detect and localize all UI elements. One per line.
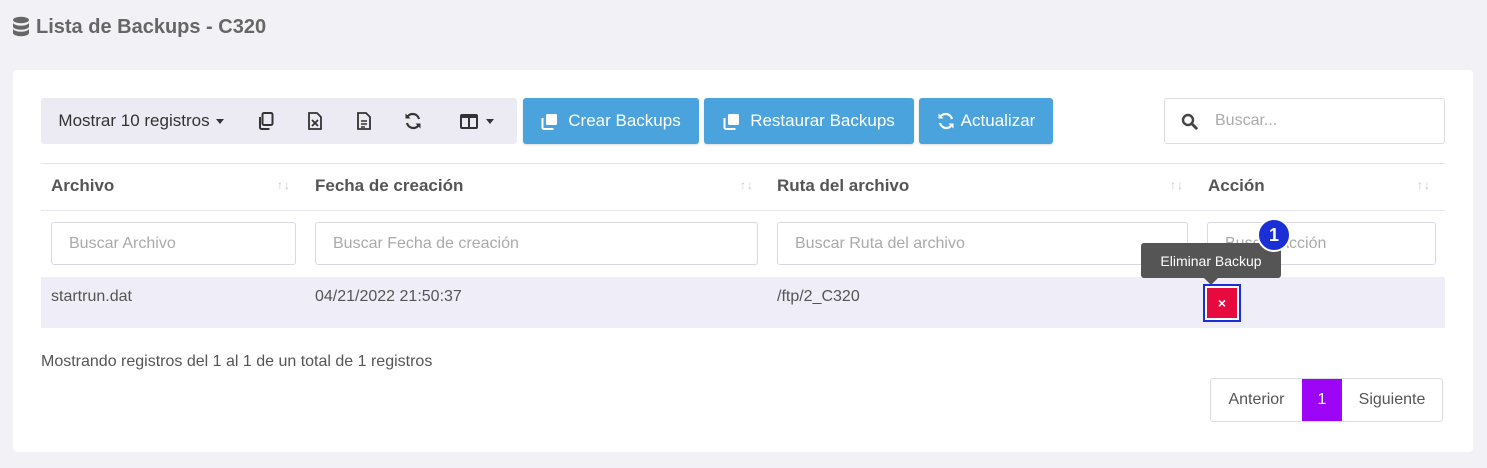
copy-icon: [723, 113, 740, 130]
annotation-number: 1: [1268, 224, 1279, 245]
refresh-button[interactable]: Actualizar: [919, 98, 1053, 144]
backup-list-card: Mostrar 10 registros Crear Backups Resta…: [13, 70, 1473, 452]
filter-fecha-input[interactable]: [315, 222, 758, 265]
page-length-label: Mostrar 10 registros: [58, 111, 210, 130]
delete-tooltip: Eliminar Backup: [1141, 243, 1281, 278]
refresh-icon: [938, 112, 954, 130]
page-header: Lista de Backups - C320: [12, 12, 266, 42]
restore-backups-label: Restaurar Backups: [750, 111, 895, 130]
reload-table-button[interactable]: [388, 98, 437, 144]
global-search: [1164, 98, 1445, 144]
cell-ruta: /ftp/2_C320: [777, 288, 860, 305]
column-header-label: Ruta del archivo: [777, 176, 910, 195]
cell-fecha: 04/21/2022 21:50:37: [315, 288, 462, 305]
pagination-previous[interactable]: Anterior: [1211, 379, 1302, 421]
excel-export-button[interactable]: [290, 98, 339, 144]
copy-icon: [541, 113, 558, 130]
column-header-fecha[interactable]: Fecha de creación: [315, 163, 463, 209]
sort-icon: ↑↓: [1417, 178, 1431, 192]
sort-icon: ↑↓: [1170, 178, 1184, 192]
copy-icon: [258, 112, 273, 130]
refresh-label: Actualizar: [960, 111, 1036, 130]
pagination-next[interactable]: Siguiente: [1342, 379, 1442, 421]
csv-export-button[interactable]: [339, 98, 388, 144]
create-backups-label: Crear Backups: [568, 111, 681, 130]
column-header-archivo[interactable]: Archivo: [51, 163, 114, 209]
delete-backup-button[interactable]: ×: [1203, 284, 1241, 322]
column-header-label: Archivo: [51, 176, 115, 195]
column-header-label: Fecha de creación: [315, 176, 464, 195]
search-input[interactable]: [1213, 111, 1427, 131]
table-toolbar: Mostrar 10 registros: [41, 98, 517, 144]
page-title: Lista de Backups - C320: [36, 15, 267, 38]
header-bottom-border: [41, 210, 1445, 211]
sync-icon: [405, 112, 420, 130]
tooltip-text: Eliminar Backup: [1160, 252, 1262, 269]
caret-down-icon: [215, 118, 224, 124]
column-header-accion[interactable]: Acción: [1208, 163, 1265, 209]
table-info: Mostrando registros del 1 al 1 de un tot…: [41, 353, 433, 370]
page-length-dropdown[interactable]: Mostrar 10 registros: [41, 98, 241, 144]
filter-archivo-input[interactable]: [51, 222, 296, 265]
filter-ruta-input[interactable]: [777, 222, 1188, 265]
pagination-page-1[interactable]: 1: [1302, 379, 1342, 421]
copy-export-button[interactable]: [241, 98, 290, 144]
file-excel-icon: [307, 112, 322, 130]
file-text-icon: [356, 112, 371, 130]
delete-label: ×: [1217, 295, 1227, 311]
search-icon: [1165, 113, 1213, 130]
annotation-badge: 1: [1257, 218, 1291, 252]
restore-backups-button[interactable]: Restaurar Backups: [704, 98, 914, 144]
sort-icon: ↑↓: [277, 178, 291, 192]
create-backups-button[interactable]: Crear Backups: [523, 98, 699, 144]
database-icon: [12, 16, 30, 38]
column-header-ruta[interactable]: Ruta del archivo: [777, 163, 909, 209]
sort-icon: ↑↓: [740, 178, 754, 192]
column-header-label: Acción: [1208, 176, 1265, 195]
columns-icon: [460, 113, 478, 129]
pagination: Anterior 1 Siguiente: [1210, 378, 1443, 422]
cell-archivo: startrun.dat: [51, 288, 132, 305]
column-visibility-button[interactable]: [437, 98, 517, 144]
close-icon: ×: [1207, 288, 1237, 318]
caret-down-icon: [486, 118, 494, 124]
